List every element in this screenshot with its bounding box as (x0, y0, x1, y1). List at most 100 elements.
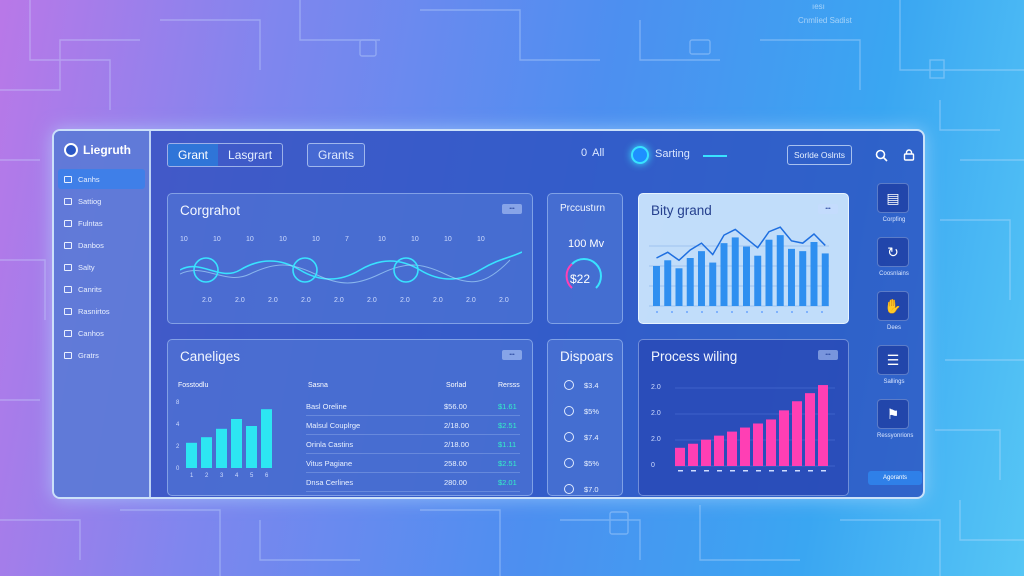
x-tick-mark (756, 470, 761, 472)
card-menu-button[interactable]: ••• (502, 204, 522, 214)
brand[interactable]: Liegruth (54, 131, 149, 167)
dashboard-window: Liegruth Canhs Sattiog Fulntas Danbos Salty C… (52, 129, 925, 499)
x-tick-dot (671, 311, 673, 313)
y-tick-label: 2.0 (651, 384, 661, 391)
sidebar-item-canrits[interactable]: Canrits (58, 279, 145, 299)
row-name: Malsul Couplrge (306, 421, 361, 430)
list-item[interactable]: $7.4 (564, 432, 599, 442)
row-value: $56.00 (444, 402, 467, 411)
bar (776, 235, 784, 306)
sidebar-item-label: Fulntas (78, 218, 103, 228)
sidebar-item-label: Salty (78, 262, 95, 272)
sidebar-item-danbos[interactable]: Danbos (58, 235, 145, 255)
rail-item-corpfing[interactable]: ▤ Corpfing (877, 183, 911, 223)
x-tick-dot (656, 311, 658, 313)
tab-grant[interactable]: Grant (168, 144, 219, 166)
card-bity-grand: Bity grand ••• (638, 193, 849, 324)
rail-item-label: Corpfing (882, 217, 906, 223)
x-tick-dot (821, 311, 823, 313)
bar (821, 253, 829, 306)
tick-label: 2.0 (367, 297, 377, 304)
bar (201, 437, 212, 468)
rail-item-dees[interactable]: ✋ Dees (877, 291, 911, 331)
sidebar-item-sattiog[interactable]: Sattiog (58, 191, 145, 211)
bar (216, 428, 227, 468)
table-row[interactable]: Dnsa Cerlines 280.00 $2.01 (306, 474, 520, 492)
bar (698, 251, 705, 306)
lock-icon[interactable] (901, 147, 917, 163)
rail-item-ressyonrions[interactable]: ⚑ Ressyonrions (877, 399, 913, 439)
person-icon: ⚑ (877, 399, 909, 429)
list-icon: ☰ (877, 345, 909, 375)
card-title: Caneliges (180, 349, 241, 364)
row-name: Vitus Pagiane (306, 459, 353, 468)
table-row[interactable]: Basl Oreline $56.00 $1.61 (306, 398, 520, 416)
list-item[interactable]: $3.4 (564, 380, 599, 390)
x-tick-label: 4 (235, 473, 239, 479)
sidebar: Liegruth Canhs Sattiog Fulntas Danbos Salty C… (54, 131, 151, 497)
clock-icon (564, 432, 574, 442)
sidebar-item-rasnirtos[interactable]: Rasnirtos (58, 301, 145, 321)
mouse-icon: ✋ (877, 291, 909, 321)
card-menu-button[interactable]: ••• (818, 204, 838, 214)
bar (765, 239, 773, 306)
tick-label: 10 (378, 236, 386, 243)
wave-chart (180, 251, 522, 284)
top-toolbar: Grant Lasgrart Grants 0 All Sarting Sorl… (167, 143, 915, 169)
x-tick-label: 3 (220, 473, 224, 479)
list-item[interactable]: $7.0 (564, 484, 599, 494)
rail-action-button[interactable]: Agorants (868, 471, 922, 485)
x-tick-dot (806, 311, 808, 313)
rail-item-label: Dees (886, 325, 901, 331)
card-title: Corgrahot (180, 203, 241, 218)
bar (231, 419, 242, 468)
sidebar-list: Canhs Sattiog Fulntas Danbos Salty Canrits Ras… (54, 169, 149, 365)
bar (186, 442, 197, 468)
bar (766, 419, 776, 466)
list-item[interactable]: $5% (564, 458, 599, 468)
tab-lasgrart[interactable]: Lasgrart (218, 144, 282, 166)
chart-icon (64, 175, 72, 183)
chart-icon (64, 263, 72, 271)
tick-label: 10 (279, 236, 287, 243)
gear-icon (64, 197, 72, 205)
table-row[interactable]: Malsul Couplrge 2/18.00 $2.51 (306, 417, 520, 435)
process-bar-chart (675, 385, 835, 472)
logo-icon (64, 143, 78, 157)
card-menu-button[interactable]: ••• (502, 350, 522, 360)
x-tick-dot (716, 311, 718, 313)
sorting-toggle[interactable] (631, 146, 649, 164)
sidebar-item-gratrs[interactable]: Gratrs (58, 345, 145, 365)
card-menu-button[interactable]: ••• (818, 350, 838, 360)
tab-grants[interactable]: Grants (307, 143, 366, 167)
tick-label: 2.0 (301, 297, 311, 304)
wave-marker (193, 257, 219, 283)
row-value: 2/18.00 (444, 440, 470, 449)
card-process-wiling: Process wiling ••• 2.0 2.0 2.0 0 (638, 339, 849, 496)
y-tick-label: 0 (651, 462, 655, 469)
list-item[interactable]: $5% (564, 406, 599, 416)
filter-all[interactable]: 0 All (581, 147, 604, 159)
bity-bar-chart (649, 226, 829, 313)
gauge-value: $22 (570, 272, 591, 286)
tick-label: 2.0 (400, 297, 410, 304)
bar (686, 258, 694, 306)
tick-label: 10 (312, 236, 320, 243)
tick-label: 10 (246, 236, 254, 243)
rail-item-coosnlains[interactable]: ↻ Coosnlains (877, 237, 911, 277)
bar (818, 385, 828, 466)
search-icon[interactable] (873, 147, 889, 163)
x-tick-mark (795, 470, 800, 472)
search-button[interactable]: Sorlde Oslnts (787, 145, 853, 165)
rail-item-sallings[interactable]: ☰ Sallings (877, 345, 911, 385)
sorting-slider[interactable] (703, 155, 727, 157)
table-row[interactable]: Orinla Castins 2/18.00 $1.11 (306, 436, 520, 454)
table-row[interactable]: Vitus Pagiane 258.00 $2.51 (306, 455, 520, 473)
sidebar-item-fulntas[interactable]: Fulntas (58, 213, 145, 233)
sidebar-item-canhs[interactable]: Canhs (58, 169, 145, 189)
y-tick-label: 2 (176, 444, 180, 450)
bar (740, 427, 750, 466)
sidebar-item-canhos[interactable]: Canhos (58, 323, 145, 343)
x-tick-dot (776, 311, 778, 313)
sidebar-item-salty[interactable]: Salty (58, 257, 145, 277)
